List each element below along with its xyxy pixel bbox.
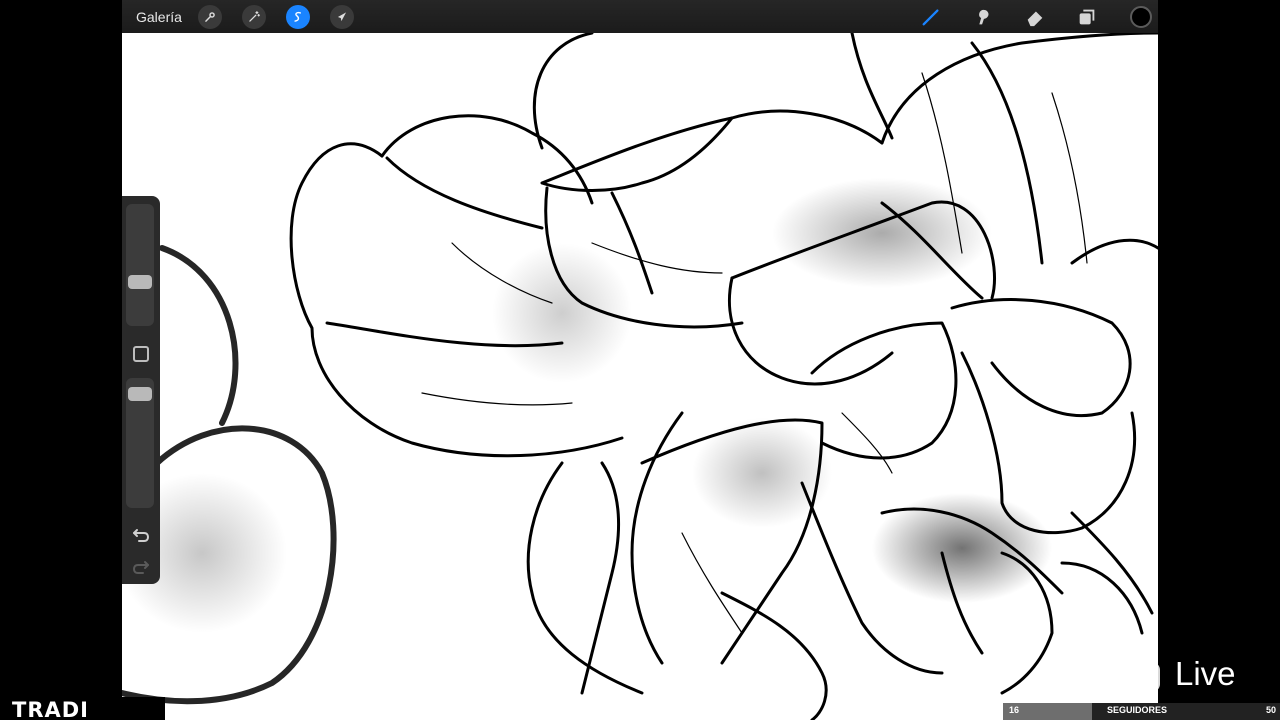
redo-icon[interactable] <box>131 558 151 576</box>
live-label: Live <box>1175 655 1236 692</box>
layers-icon <box>1079 9 1095 24</box>
selection-button[interactable] <box>285 4 310 29</box>
side-toolbar <box>122 196 160 584</box>
eraser-tool[interactable] <box>1022 4 1048 30</box>
smudge-tool[interactable] <box>970 4 996 30</box>
color-swatch[interactable] <box>1130 5 1152 28</box>
transform-button[interactable] <box>329 4 354 29</box>
follower-goal-target: 50 <box>1265 705 1276 715</box>
app-frame: Galería <box>122 0 1158 720</box>
transform-arrow-icon <box>337 11 347 21</box>
selection-icon <box>294 11 301 22</box>
eraser-icon <box>1027 11 1043 26</box>
opacity-slider[interactable] <box>126 378 154 508</box>
top-toolbar: Galería <box>122 0 1158 33</box>
layers-tool[interactable] <box>1074 4 1100 30</box>
follower-count: 16 <box>1009 705 1020 715</box>
brush-size-slider[interactable] <box>126 204 154 326</box>
modifier-button[interactable] <box>133 346 149 362</box>
brush-icon <box>922 8 939 25</box>
follower-goal-label: SEGUIDORES <box>1107 705 1168 715</box>
wrench-icon <box>205 11 215 22</box>
undo-icon[interactable] <box>131 526 151 544</box>
smudge-icon <box>979 9 989 24</box>
brand-logo: TRADI <box>12 698 89 720</box>
live-logo-mark <box>1040 662 1160 692</box>
brush-size-handle[interactable] <box>128 275 152 289</box>
magic-wand-icon <box>249 10 260 22</box>
opacity-handle[interactable] <box>128 387 152 401</box>
tool-group <box>892 0 1152 33</box>
adjustments-button[interactable] <box>241 4 266 29</box>
actions-button[interactable] <box>197 4 222 29</box>
gallery-button[interactable]: Galería <box>136 9 182 25</box>
drawing-canvas[interactable] <box>122 33 1158 720</box>
brush-tool[interactable] <box>918 4 944 30</box>
follower-goal-bar: 16 SEGUIDORES 50 <box>1003 703 1280 720</box>
